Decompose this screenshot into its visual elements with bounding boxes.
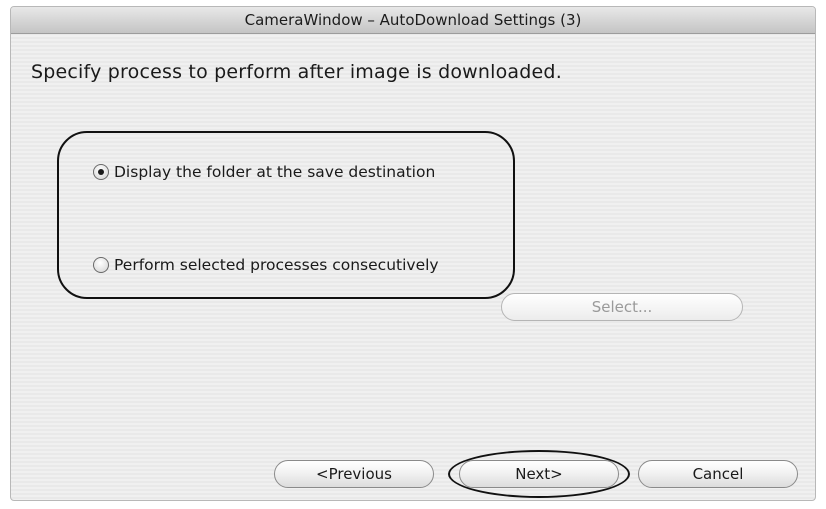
next-highlight-callout xyxy=(448,450,630,498)
radio-selected-icon[interactable] xyxy=(93,164,109,180)
dialog-window: CameraWindow – AutoDownload Settings (3)… xyxy=(10,6,816,501)
option-label: Display the folder at the save destinati… xyxy=(114,163,436,181)
window-title: CameraWindow – AutoDownload Settings (3) xyxy=(11,7,815,34)
option-perform-processes[interactable]: Perform selected processes consecutively xyxy=(93,256,439,274)
instruction-text: Specify process to perform after image i… xyxy=(31,61,562,83)
select-button[interactable]: Select... xyxy=(501,293,743,321)
cancel-button[interactable]: Cancel xyxy=(638,460,798,488)
radio-unselected-icon[interactable] xyxy=(93,257,109,273)
option-label: Perform selected processes consecutively xyxy=(114,256,439,274)
option-display-folder[interactable]: Display the folder at the save destinati… xyxy=(93,163,435,181)
previous-button[interactable]: <Previous xyxy=(274,460,434,488)
